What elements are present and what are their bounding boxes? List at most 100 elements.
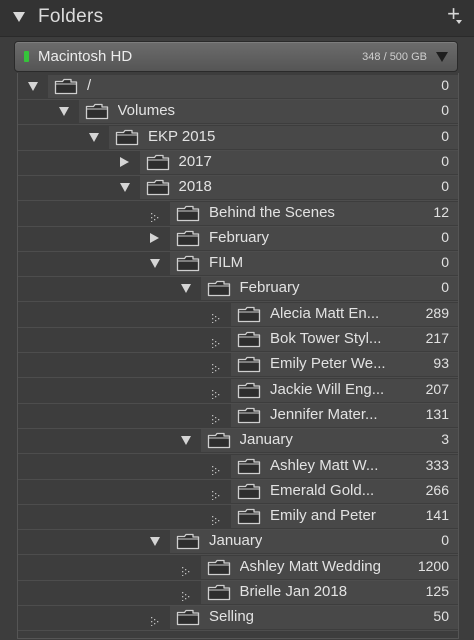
folder-icon [237, 407, 261, 424]
folder-icon [207, 559, 231, 576]
disclosure-collapsed-icon[interactable] [119, 156, 129, 167]
folder-row[interactable]: February 0 [18, 226, 458, 252]
folder-icon [176, 230, 200, 247]
disclosure-expanded-icon[interactable] [150, 537, 160, 547]
folder-icon [237, 382, 261, 399]
no-subfolders-icon [181, 563, 191, 576]
photo-count: 0 [441, 178, 449, 195]
volume-name: Macintosh HD [38, 48, 133, 65]
volume-bar[interactable]: Macintosh HD 348 / 500 GB [14, 41, 458, 72]
panel-title: Folders [38, 6, 104, 27]
folder-row[interactable]: Ashley Matt W... 333 [18, 454, 458, 480]
photo-count: 289 [425, 304, 449, 321]
folder-name: Volumes [117, 102, 176, 120]
no-subfolders-icon [211, 310, 221, 323]
folder-name: February [239, 279, 300, 297]
folder-icon [237, 356, 261, 373]
folder-name: January [239, 431, 293, 449]
disclosure-expanded-icon[interactable] [58, 107, 69, 117]
disclosure-expanded-icon[interactable] [180, 284, 191, 294]
photo-count: 141 [425, 507, 449, 524]
folder-row[interactable]: Emily Peter We... 93 [18, 352, 458, 379]
no-subfolders-icon [150, 209, 160, 222]
photo-count: 131 [425, 405, 449, 422]
photo-count: 0 [441, 77, 449, 93]
photo-count: 3 [441, 431, 449, 448]
photo-count: 217 [425, 330, 449, 346]
folder-row[interactable]: FILM 0 [18, 251, 458, 278]
photo-count: 1200 [417, 557, 449, 574]
folder-name: EKP 2015 [148, 127, 216, 145]
folder-row[interactable]: Emerald Gold... 266 [18, 479, 458, 505]
photo-count: 207 [425, 380, 449, 397]
photo-count: 0 [441, 279, 449, 296]
disclosure-expanded-icon[interactable] [119, 183, 130, 193]
disclosure-collapsed-icon[interactable] [150, 232, 159, 243]
folder-row[interactable]: 2017 0 [18, 150, 458, 176]
folder-icon [54, 78, 78, 95]
folder-icon [176, 609, 200, 626]
folder-name: FILM [209, 254, 244, 272]
disclosure-expanded-icon[interactable] [150, 259, 160, 269]
folder-icon [176, 205, 200, 222]
panel-header[interactable]: Folders + [0, 0, 474, 37]
folder-icon [207, 584, 231, 601]
folder-row[interactable]: Selling 50 [18, 605, 458, 632]
no-subfolders-icon [211, 386, 221, 399]
folder-row[interactable]: Emily and Peter 141 [18, 504, 458, 531]
folder-icon [237, 508, 261, 525]
folder-name: Selling [209, 608, 255, 626]
no-subfolders-icon [150, 613, 160, 627]
folder-name: Jackie Will Eng... [270, 380, 385, 398]
folder-name: Emily Peter We... [270, 355, 386, 373]
folder-name: Ashley Matt W... [270, 456, 379, 474]
folder-row[interactable]: Jennifer Mater... 131 [18, 403, 458, 429]
folders-panel: Folders + Macintosh HD 348 / 500 GB /0 Vo… [0, 0, 474, 640]
folder-row[interactable]: Behind the Scenes 12 [18, 201, 458, 227]
folder-icon [176, 533, 200, 550]
photo-count: 0 [441, 152, 449, 169]
folder-row[interactable]: Brielle Jan 2018 125 [18, 580, 458, 606]
folder-name: Behind the Scenes [209, 203, 335, 221]
folder-icon [237, 306, 261, 323]
folder-icon [85, 103, 109, 120]
photo-count: 125 [425, 583, 449, 599]
disclosure-expanded-icon[interactable] [28, 82, 38, 91]
photo-count: 0 [441, 127, 449, 144]
folder-row[interactable]: Volumes 0 [18, 99, 458, 126]
folder-row[interactable]: February 0 [18, 276, 458, 303]
folder-row[interactable]: January 3 [18, 428, 458, 455]
folder-name: Jennifer Mater... [270, 405, 378, 423]
disclosure-expanded-icon[interactable] [89, 132, 99, 142]
add-menu-caret-icon[interactable] [456, 20, 462, 24]
folder-tree: /0 Volumes 0 EKP 2015 0 2017 0 2018 0 Behind the … [17, 73, 459, 639]
folder-name: 2017 [178, 152, 212, 170]
folder-icon [207, 280, 231, 297]
photo-count: 12 [433, 203, 449, 220]
photo-count: 0 [441, 532, 449, 549]
disclosure-expanded-icon[interactable] [180, 436, 191, 446]
no-subfolders-icon [211, 512, 221, 526]
collapse-panel-icon[interactable] [13, 12, 25, 22]
folder-name: Bok Tower Styl... [270, 330, 382, 347]
folder-row[interactable]: EKP 2015 0 [18, 125, 458, 151]
folder-row[interactable]: /0 [18, 74, 458, 100]
folder-row[interactable]: Bok Tower Styl... 217 [18, 327, 458, 353]
folder-row[interactable]: 2018 0 [18, 175, 458, 202]
photo-count: 0 [441, 102, 449, 119]
folder-name: February [209, 228, 270, 246]
folder-icon [237, 458, 261, 475]
volume-disclosure-icon[interactable] [436, 52, 448, 62]
folder-icon [146, 154, 170, 171]
photo-count: 93 [433, 355, 449, 372]
folder-name: 2018 [178, 178, 212, 196]
folder-row[interactable]: Jackie Will Eng... 207 [18, 378, 458, 404]
folder-row[interactable]: Ashley Matt Wedding 1200 [18, 555, 458, 581]
row-highlight [48, 75, 458, 98]
folder-row[interactable]: Alecia Matt En... 289 [18, 302, 458, 328]
folder-icon [237, 483, 261, 500]
photo-count: 50 [433, 608, 449, 625]
folder-icon [237, 331, 261, 348]
folder-row[interactable]: January 0 [18, 529, 458, 556]
no-subfolders-icon [211, 462, 221, 475]
